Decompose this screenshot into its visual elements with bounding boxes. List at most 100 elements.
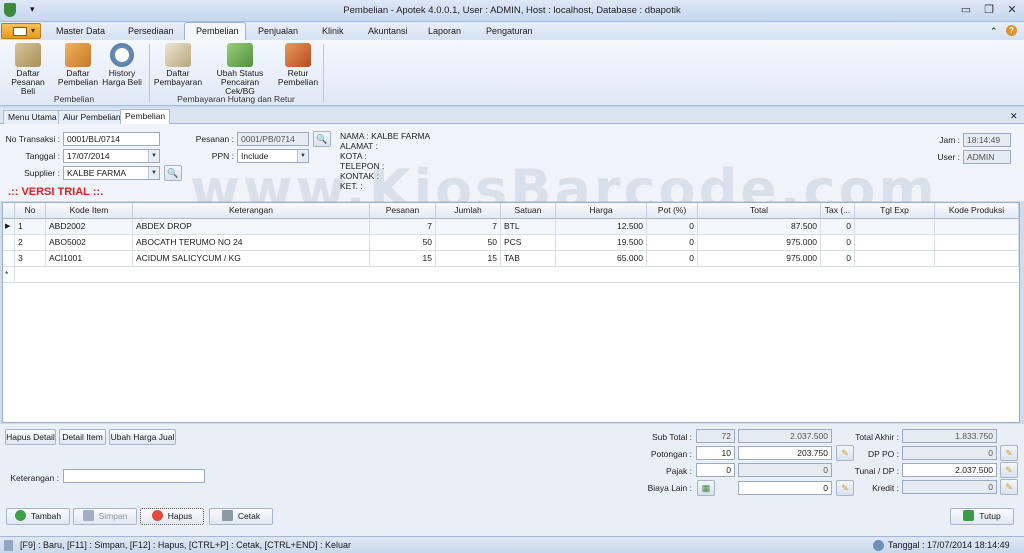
table-cell[interactable] [855,235,935,251]
tab-pembelian[interactable]: Pembelian [120,109,171,125]
table-cell[interactable]: 1 [15,219,46,235]
tab-menu-utama[interactable]: Menu Utama [3,110,62,124]
app-menu-button[interactable]: ▾ [1,23,41,39]
col-header-kode-produksi[interactable]: Kode Produksi [935,203,1019,219]
table-cell[interactable]: 0 [821,235,855,251]
table-cell[interactable]: ABD2002 [46,219,133,235]
table-cell[interactable] [935,219,1019,235]
ubah-harga-jual-button[interactable]: Ubah Harga Jual [109,429,176,445]
table-cell[interactable]: 2 [15,235,46,251]
table-cell[interactable]: PCS [501,235,556,251]
retur-pembelian-button[interactable]: Retur Pembelian [276,43,320,87]
keterangan-input[interactable] [63,469,205,483]
biaya-lain-field[interactable]: 0 [738,481,832,495]
table-cell[interactable]: 0 [821,219,855,235]
table-cell[interactable] [855,251,935,267]
table-cell[interactable]: 0 [647,251,698,267]
hapus-detail-button[interactable]: Hapus Detail [5,429,56,445]
tanggal-field[interactable]: 17/07/2014 ▼ [63,149,160,163]
restore-icon[interactable]: ❐ [978,3,1000,18]
new-row-cell[interactable] [15,267,1019,283]
supplier-field[interactable]: KALBE FARMA ▼ [63,166,160,180]
table-cell[interactable]: 3 [15,251,46,267]
table-cell[interactable]: 50 [370,235,436,251]
potongan-field[interactable]: 203.750 [738,446,832,460]
ubah-status-pencairan-button[interactable]: Ubah Status Pencairan Cek/BG [206,43,274,96]
menu-penjualan[interactable]: Penjualan [258,26,298,36]
cetak-button[interactable]: Cetak [209,508,273,525]
table-cell[interactable] [935,251,1019,267]
col-header-tgl-exp[interactable]: Tgl Exp [855,203,935,219]
detail-item-button[interactable]: Detail Item [59,429,106,445]
table-cell[interactable]: BTL [501,219,556,235]
col-header-no[interactable]: No [15,203,46,219]
table-cell[interactable]: 0 [647,219,698,235]
col-header-satuan[interactable]: Satuan [501,203,556,219]
tunai-dp-field[interactable]: 2.037.500 [902,463,997,477]
table-cell[interactable]: 15 [436,251,501,267]
table-cell[interactable]: ABDEX DROP [133,219,370,235]
simpan-button[interactable]: Simpan [73,508,137,525]
table-cell[interactable]: 0 [821,251,855,267]
table-cell[interactable]: 15 [370,251,436,267]
col-header-pot[interactable]: Pot (%) [647,203,698,219]
col-header-jumlah[interactable]: Jumlah [436,203,501,219]
table-cell[interactable]: ABOCATH TERUMO NO 24 [133,235,370,251]
menu-laporan[interactable]: Laporan [428,26,461,36]
menu-klinik[interactable]: Klinik [322,26,344,36]
tambah-button[interactable]: Tambah [6,508,70,525]
purchase-items-grid[interactable]: No Kode Item Keterangan Pesanan Jumlah S… [2,202,1020,423]
potongan-pct-field[interactable]: 10 [696,446,735,460]
no-transaksi-field[interactable]: 0001/BL/0714 [63,132,160,146]
pesanan-search-button[interactable]: 🔍 [313,131,331,147]
table-cell[interactable]: 975.000 [698,251,821,267]
close-icon[interactable]: ✕ [1001,3,1023,18]
table-cell[interactable]: ACIDUM SALICYCUM / KG [133,251,370,267]
col-header-harga[interactable]: Harga [556,203,647,219]
table-cell[interactable] [935,235,1019,251]
help-icon[interactable]: ? [1006,25,1017,36]
col-header-total[interactable]: Total [698,203,821,219]
table-cell[interactable]: ACI1001 [46,251,133,267]
table-cell[interactable]: TAB [501,251,556,267]
table-cell[interactable]: 19.500 [556,235,647,251]
close-tab-icon[interactable]: ✕ [1010,111,1018,122]
col-header-kode-item[interactable]: Kode Item [46,203,133,219]
pajak-pct-field[interactable]: 0 [696,463,735,477]
table-cell[interactable]: 65.000 [556,251,647,267]
col-header-pesanan[interactable]: Pesanan [370,203,436,219]
tutup-button[interactable]: Tutup [950,508,1014,525]
supplier-dropdown-icon[interactable]: ▼ [148,167,159,179]
table-cell[interactable] [855,219,935,235]
table-cell[interactable]: 7 [370,219,436,235]
hapus-button[interactable]: Hapus [140,508,204,525]
table-cell[interactable]: 87.500 [698,219,821,235]
ribbon-collapse-icon[interactable]: ⌃ [990,26,998,37]
col-header-tax[interactable]: Tax (... [821,203,855,219]
menu-pembelian[interactable]: Pembelian [196,26,239,36]
minimize-icon[interactable]: ▭ [955,3,977,18]
menu-pengaturan[interactable]: Pengaturan [486,26,533,36]
table-cell[interactable]: 975.000 [698,235,821,251]
biaya-lain-calc-button[interactable]: ▦ [697,480,715,496]
table-cell[interactable]: 12.500 [556,219,647,235]
daftar-pembelian-button[interactable]: Daftar Pembelian [55,43,101,87]
daftar-pesanan-beli-button[interactable]: Daftar Pesanan Beli [4,43,52,96]
date-dropdown-icon[interactable]: ▼ [148,150,159,162]
menu-persediaan[interactable]: Persediaan [128,26,174,36]
kredit-edit-button[interactable]: ✎ [1000,479,1018,495]
table-cell[interactable]: 0 [647,235,698,251]
tab-alur-pembelian[interactable]: Alur Pembelian [58,110,126,124]
col-header-keterangan[interactable]: Keterangan [133,203,370,219]
menu-master-data[interactable]: Master Data [56,26,105,36]
supplier-search-button[interactable]: 🔍 [164,165,182,181]
daftar-pembayaran-button[interactable]: Daftar Pembayaran [153,43,203,87]
ppn-select[interactable]: Include ▼ [237,149,309,163]
table-cell[interactable]: 7 [436,219,501,235]
history-harga-beli-button[interactable]: History Harga Beli [101,43,143,87]
pesanan-field[interactable]: 0001/PB/0714 [237,132,309,146]
table-cell[interactable]: 50 [436,235,501,251]
menu-akuntansi[interactable]: Akuntansi [368,26,408,36]
table-cell[interactable]: ABO5002 [46,235,133,251]
tunai-dp-edit-button[interactable]: ✎ [1000,462,1018,478]
